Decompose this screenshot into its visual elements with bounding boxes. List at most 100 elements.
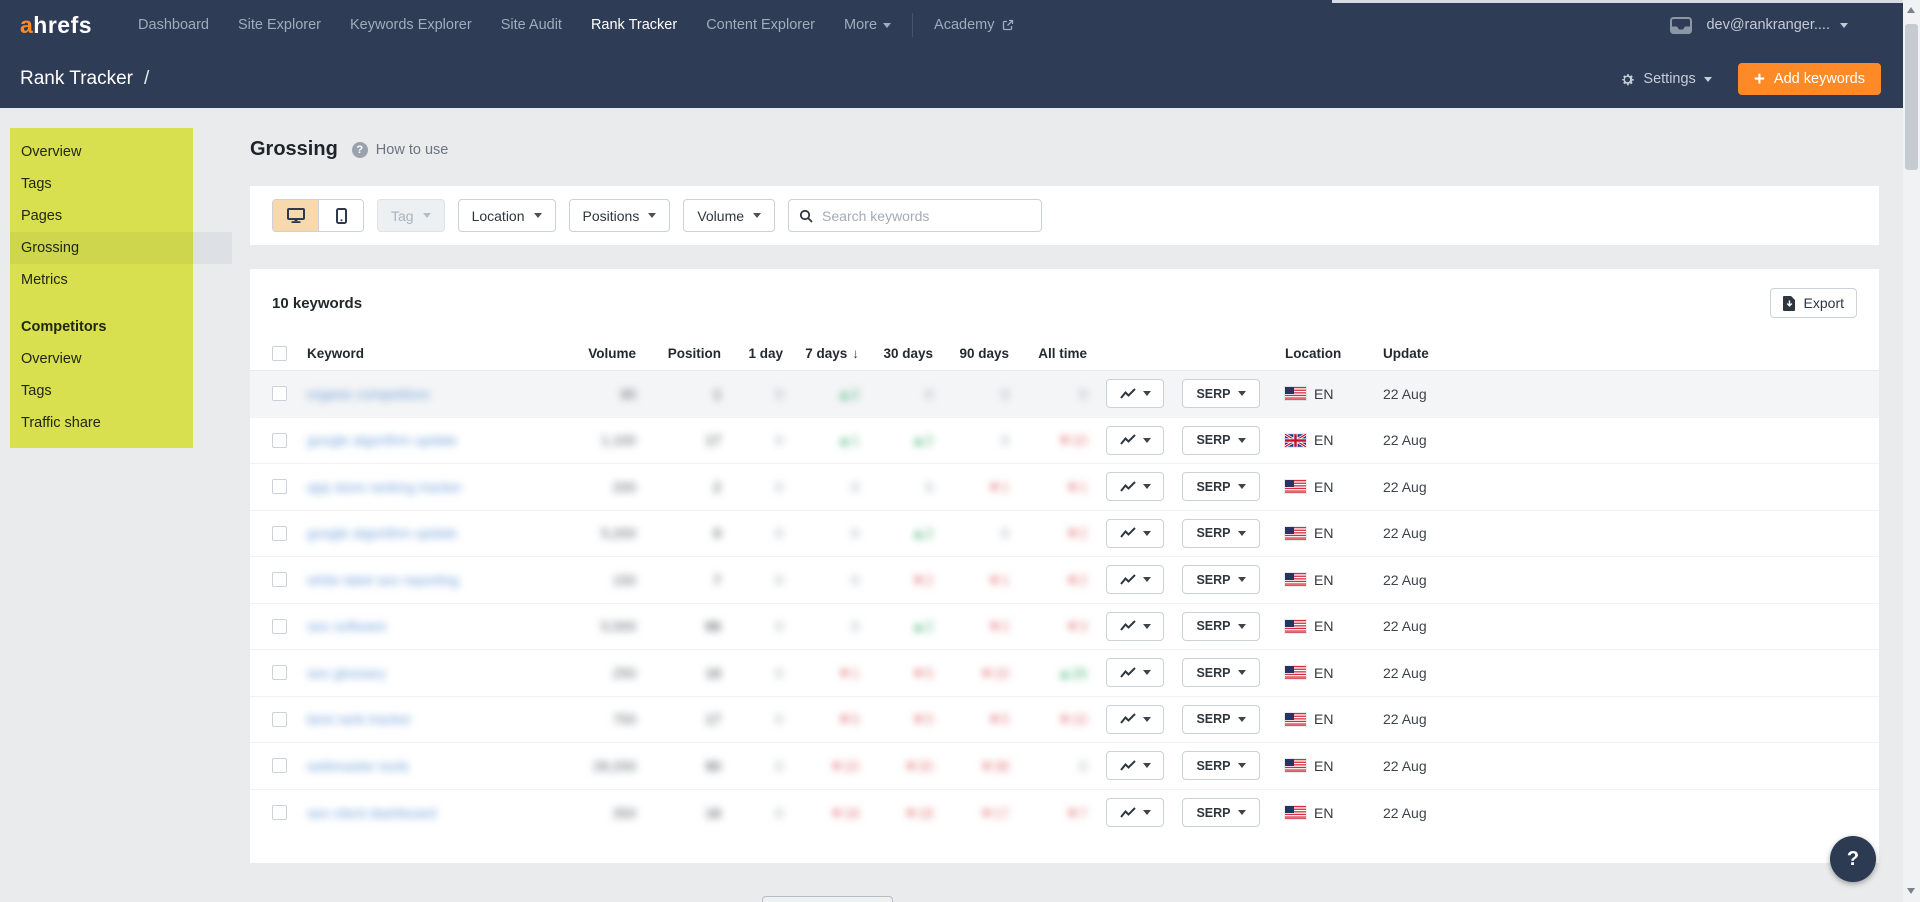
account-menu[interactable]: dev@rankranger.... (1706, 17, 1848, 33)
serp-button[interactable]: SERP (1182, 472, 1260, 501)
chevron-down-icon (1143, 763, 1151, 768)
sidebar-item[interactable]: Metrics (10, 264, 232, 296)
rows-per-page-button-partial[interactable] (762, 896, 893, 902)
keyword-link[interactable]: organic competitors (307, 386, 429, 402)
keyword-count: 10 keywords (272, 295, 362, 312)
position-history-chart-button[interactable] (1106, 658, 1164, 687)
keyword-link[interactable]: google algorithm update (307, 525, 457, 541)
inbox-icon[interactable] (1670, 17, 1692, 34)
serp-button[interactable]: SERP (1182, 751, 1260, 780)
position-history-chart-button[interactable] (1106, 426, 1164, 455)
add-keywords-button[interactable]: + Add keywords (1738, 63, 1881, 95)
scrollbar-thumb[interactable] (1905, 24, 1918, 170)
location-filter-dropdown[interactable]: Location (458, 199, 556, 232)
nav-item[interactable]: Site Audit (501, 17, 562, 33)
keyword-link[interactable]: app store ranking tracker (307, 479, 462, 495)
search-input[interactable] (822, 208, 1031, 224)
row-checkbox[interactable] (272, 758, 287, 773)
row-checkbox[interactable] (272, 433, 287, 448)
nav-item[interactable]: More (844, 17, 891, 33)
serp-button[interactable]: SERP (1182, 798, 1260, 827)
col-30-days-label: 30 days (883, 346, 933, 361)
keyword-link[interactable]: google algorithm update (307, 432, 457, 448)
sidebar-item[interactable]: Traffic share (10, 407, 232, 439)
row-checkbox[interactable] (272, 805, 287, 820)
row-checkbox[interactable] (272, 526, 287, 541)
col-all-time[interactable]: All time (1013, 337, 1091, 370)
scrollbar-up-arrow[interactable] (1907, 7, 1915, 13)
settings-button[interactable]: Settings (1620, 71, 1711, 87)
serp-button[interactable]: SERP (1182, 612, 1260, 641)
col-keyword-label: Keyword (307, 346, 364, 361)
sidebar-item-label: Overview (21, 144, 81, 160)
position-history-chart-button[interactable] (1106, 612, 1164, 641)
col-1-day[interactable]: 1 day (725, 337, 787, 370)
row-checkbox[interactable] (272, 572, 287, 587)
help-floating-button[interactable]: ? (1830, 836, 1876, 882)
row-checkbox[interactable] (272, 712, 287, 727)
keyword-link[interactable]: seo glossary (307, 665, 386, 681)
sidebar-item[interactable]: Competitors (10, 311, 232, 343)
col-location: Location (1277, 337, 1377, 370)
position-history-chart-button[interactable] (1106, 705, 1164, 734)
position-history-chart-button[interactable] (1106, 472, 1164, 501)
sidebar-item[interactable]: Grossing (10, 232, 232, 264)
keyword-link[interactable]: best rank tracker (307, 711, 411, 727)
mobile-toggle-button[interactable] (318, 200, 363, 231)
line-chart-icon (1120, 574, 1136, 586)
language-label: EN (1314, 805, 1333, 821)
desktop-toggle-button[interactable] (273, 200, 318, 231)
keyword-link[interactable]: webmaster tools (307, 758, 409, 774)
serp-button[interactable]: SERP (1182, 565, 1260, 594)
tag-filter-dropdown[interactable]: Tag (377, 199, 445, 232)
col-serp-spacer (1177, 337, 1277, 370)
ahrefs-logo[interactable]: ahrefs (20, 12, 92, 39)
select-all-checkbox[interactable] (272, 346, 287, 361)
nav-item[interactable]: Content Explorer (706, 17, 815, 33)
volume-filter-dropdown[interactable]: Volume (683, 199, 775, 232)
position-history-chart-button[interactable] (1106, 379, 1164, 408)
sidebar-item[interactable]: Tags (10, 375, 232, 407)
serp-button[interactable]: SERP (1182, 705, 1260, 734)
serp-button[interactable]: SERP (1182, 519, 1260, 548)
export-button[interactable]: Export (1770, 288, 1857, 318)
serp-button[interactable]: SERP (1182, 658, 1260, 687)
positions-filter-dropdown[interactable]: Positions (569, 199, 671, 232)
col-30-days[interactable]: 30 days (863, 337, 937, 370)
position-history-chart-button[interactable] (1106, 565, 1164, 594)
col-keyword[interactable]: Keyword (300, 337, 558, 370)
location-cell: EN (1277, 650, 1377, 696)
keyword-link[interactable]: white label seo reporting (307, 572, 459, 588)
col-volume[interactable]: Volume (558, 337, 640, 370)
sidebar-item[interactable]: Tags (10, 168, 232, 200)
row-checkbox[interactable] (272, 479, 287, 494)
position-history-chart-button[interactable] (1106, 798, 1164, 827)
flag-us-icon (1285, 387, 1306, 400)
position-history-chart-button[interactable] (1106, 751, 1164, 780)
chevron-down-icon (753, 213, 761, 218)
col-90-days[interactable]: 90 days (937, 337, 1013, 370)
row-checkbox[interactable] (272, 665, 287, 680)
sidebar-item[interactable]: Pages (10, 200, 232, 232)
how-to-use-link[interactable]: ? How to use (352, 142, 449, 158)
row-checkbox[interactable] (272, 619, 287, 634)
sidebar-item[interactable]: Overview (10, 343, 232, 375)
update-cell: 22 Aug (1377, 790, 1879, 837)
position-history-chart-button[interactable] (1106, 519, 1164, 548)
nav-item[interactable]: Keywords Explorer (350, 17, 472, 33)
keyword-link[interactable]: seo client dashboard (307, 805, 436, 821)
sidebar-item[interactable]: Overview (10, 136, 232, 168)
keyword-link[interactable]: seo software (307, 618, 386, 634)
col-position[interactable]: Position (640, 337, 725, 370)
scrollbar-down-arrow[interactable] (1907, 888, 1915, 894)
chevron-down-icon (1238, 531, 1246, 536)
col-7-days[interactable]: 7 days↓ (787, 337, 863, 370)
nav-item[interactable]: Rank Tracker (591, 17, 677, 33)
serp-button[interactable]: SERP (1182, 426, 1260, 455)
nav-item[interactable]: Dashboard (138, 17, 209, 33)
nav-item[interactable]: Site Explorer (238, 17, 321, 33)
serp-button[interactable]: SERP (1182, 379, 1260, 408)
row-checkbox[interactable] (272, 386, 287, 401)
academy-link[interactable]: Academy (934, 17, 1013, 33)
chevron-down-icon (1143, 391, 1151, 396)
